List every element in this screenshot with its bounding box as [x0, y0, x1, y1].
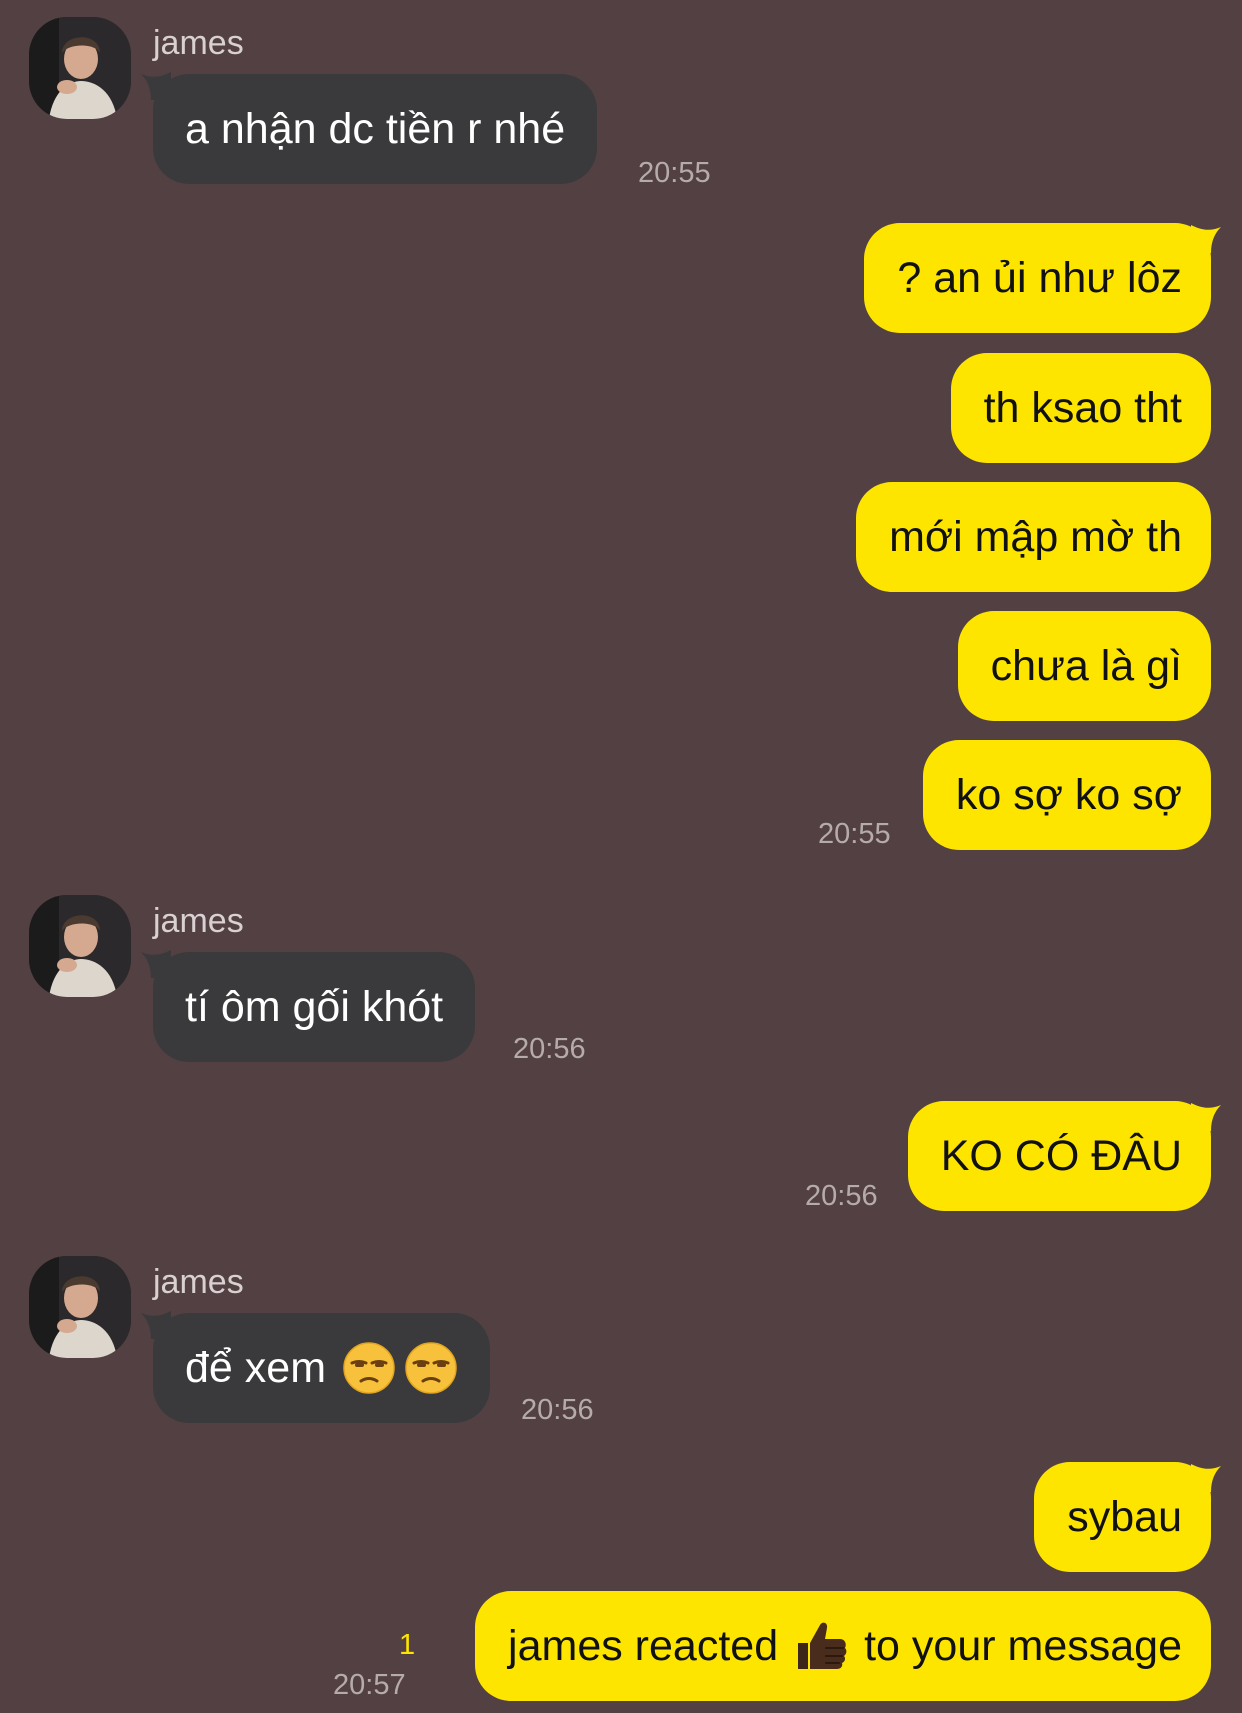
- message-text: mới mập mờ th: [889, 512, 1182, 561]
- sender-name: james: [153, 902, 244, 940]
- unread-count: 1: [399, 1629, 416, 1661]
- message-text: sybau: [1067, 1492, 1182, 1541]
- message-text: ko sợ ko sợ: [955, 770, 1182, 819]
- outgoing-message-bubble[interactable]: ? an ủi như lôz: [864, 223, 1211, 333]
- sender-name: james: [153, 1263, 244, 1301]
- message-text: KO CÓ ĐÂU: [940, 1131, 1182, 1180]
- avatar[interactable]: [29, 895, 131, 997]
- message-text: tí ôm gối khót: [185, 982, 444, 1031]
- unamused-face-icon: [343, 1342, 395, 1394]
- unamused-face-icon: [405, 1342, 457, 1394]
- incoming-message-bubble[interactable]: tí ôm gối khót: [153, 952, 476, 1062]
- message-timestamp: 20:57: [333, 1669, 406, 1701]
- outgoing-message-bubble[interactable]: ko sợ ko sợ: [922, 740, 1211, 850]
- outgoing-message-bubble[interactable]: th ksao tht: [950, 353, 1211, 463]
- outgoing-message-bubble[interactable]: sybau: [1034, 1462, 1211, 1572]
- message-text: th ksao tht: [983, 383, 1182, 432]
- message-text: chưa là gì: [990, 641, 1182, 690]
- message-timestamp: 20:56: [513, 1033, 586, 1065]
- message-text: ? an ủi như lôz: [897, 253, 1182, 302]
- message-timestamp: 20:56: [521, 1394, 594, 1426]
- message-text: james reacted: [508, 1621, 779, 1670]
- incoming-message-bubble[interactable]: để xem: [153, 1313, 491, 1423]
- thumbs-up-icon: [798, 1622, 847, 1669]
- message-timestamp: 20:55: [818, 818, 891, 850]
- outgoing-message-bubble[interactable]: james reacted to your message: [475, 1591, 1211, 1701]
- avatar[interactable]: [29, 1256, 131, 1358]
- outgoing-message-bubble[interactable]: chưa là gì: [957, 611, 1211, 721]
- message-timestamp: 20:55: [638, 157, 711, 189]
- message-text: to your message: [864, 1621, 1182, 1670]
- sender-name: james: [153, 24, 244, 62]
- outgoing-message-bubble[interactable]: mới mập mờ th: [856, 482, 1211, 592]
- message-timestamp: 20:56: [805, 1180, 878, 1212]
- avatar[interactable]: [29, 17, 131, 119]
- message-text: để xem: [185, 1343, 327, 1392]
- message-text: a nhận dc tiền r nhé: [185, 104, 566, 153]
- outgoing-message-bubble[interactable]: KO CÓ ĐÂU: [907, 1101, 1211, 1211]
- incoming-message-bubble[interactable]: a nhận dc tiền r nhé: [153, 74, 598, 184]
